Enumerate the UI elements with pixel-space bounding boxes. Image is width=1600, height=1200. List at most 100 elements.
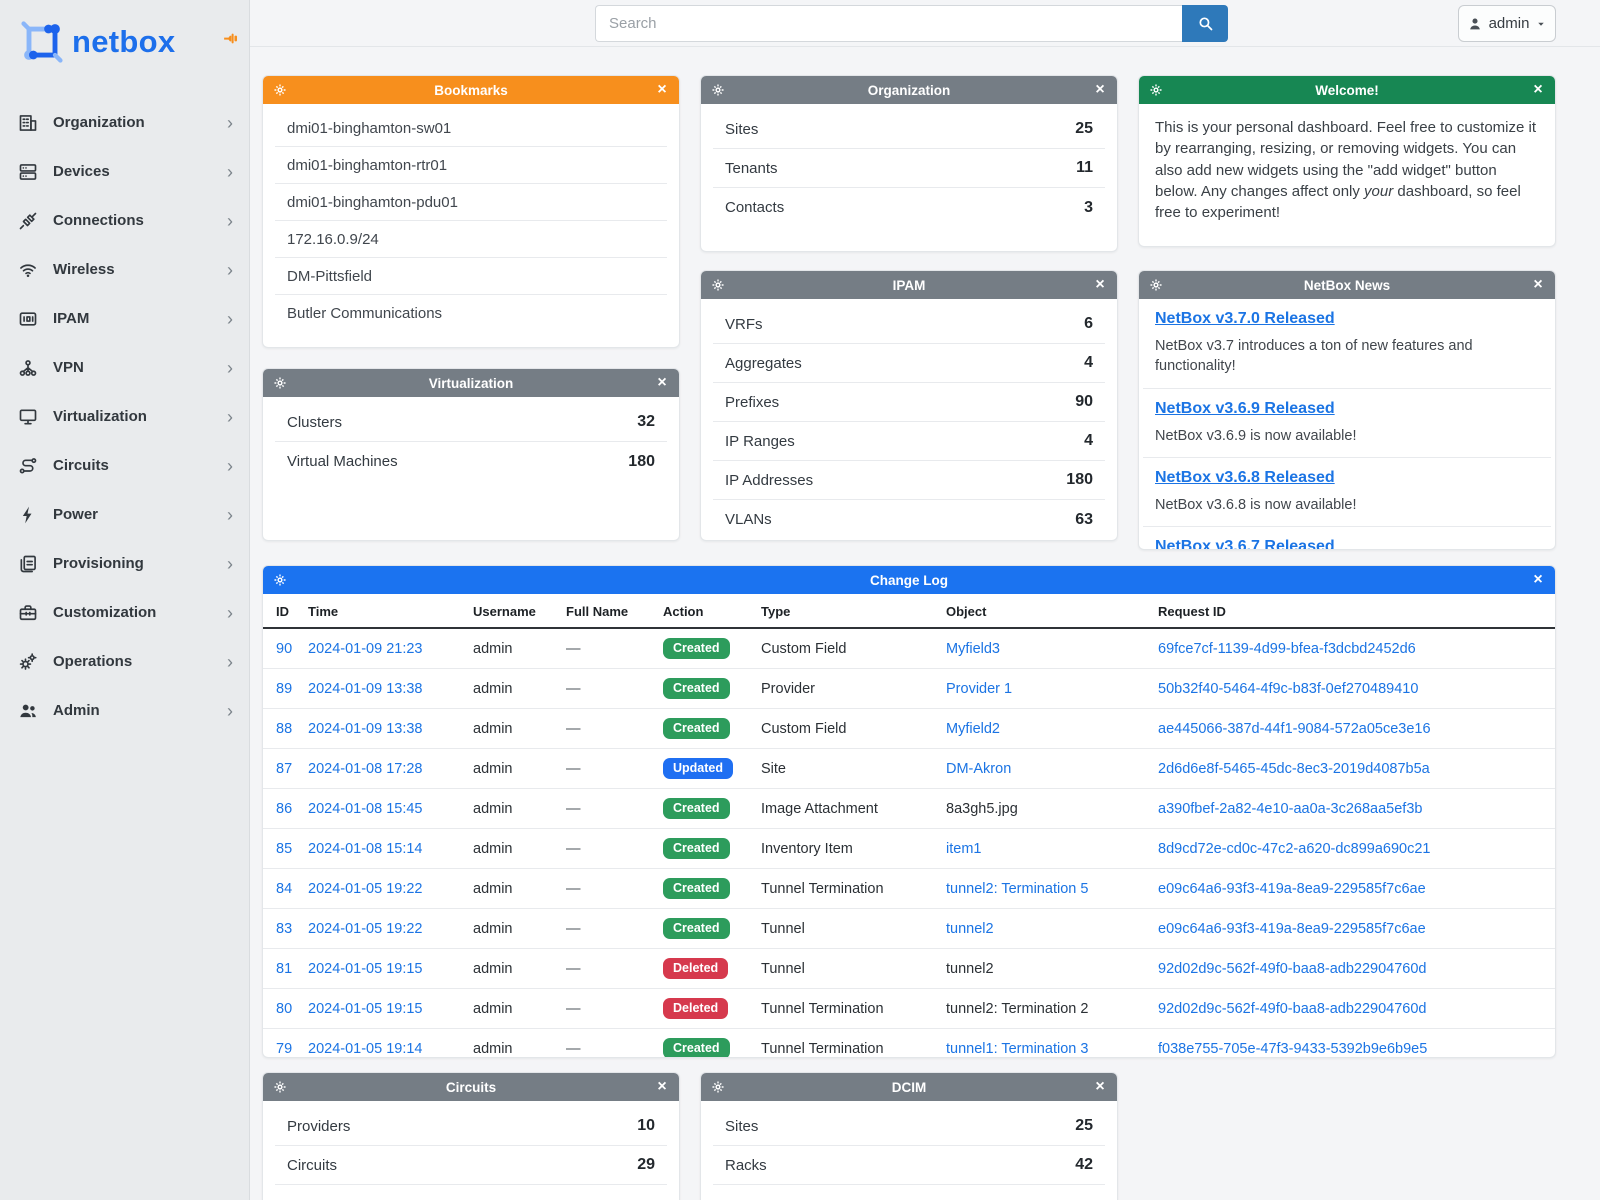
gear-icon[interactable] [711, 83, 725, 97]
changelog-object-link[interactable]: tunnel2 [946, 921, 994, 937]
close-icon[interactable]: × [1093, 1079, 1107, 1095]
changelog-id-link[interactable]: 87 [276, 761, 292, 777]
changelog-id-link[interactable]: 89 [276, 681, 292, 697]
gear-icon[interactable] [1149, 83, 1163, 97]
circuits-stats: Providers10Circuits29 [263, 1101, 679, 1185]
close-icon[interactable]: × [1093, 82, 1107, 98]
stat-value: 63 [1075, 511, 1093, 529]
changelog-object-link[interactable]: Myfield3 [946, 641, 1000, 657]
changelog-request-id-link[interactable]: 69fce7cf-1139-4d99-bfea-f3dcbd2452d6 [1158, 641, 1416, 657]
sidebar-item-admin[interactable]: Admin› [0, 686, 249, 735]
news-headline-link[interactable]: NetBox v3.6.8 Released [1155, 469, 1335, 486]
changelog-request-id-link[interactable]: a390fbef-2a82-4e10-aa0a-3c268aa5ef3b [1158, 801, 1422, 817]
changelog-request-id-link[interactable]: e09c64a6-93f3-419a-8ea9-229585f7c6ae [1158, 921, 1426, 937]
bookmarks-list: dmi01-binghamton-sw01dmi01-binghamton-rt… [263, 104, 679, 332]
user-menu-button[interactable]: admin [1458, 5, 1556, 42]
gear-icon[interactable] [711, 1080, 725, 1094]
stat-row: Sites25 [713, 1107, 1105, 1146]
bookmark-item[interactable]: dmi01-binghamton-sw01 [275, 110, 667, 147]
changelog-id-link[interactable]: 80 [276, 1001, 292, 1017]
sidebar-item-vpn[interactable]: VPN› [0, 343, 249, 392]
sidebar-item-label: Power [53, 506, 227, 523]
stat-value: 11 [1076, 159, 1093, 177]
changelog-object-link[interactable]: tunnel1: Termination 3 [946, 1041, 1088, 1057]
stat-label: Aggregates [725, 355, 802, 372]
changelog-id-link[interactable]: 79 [276, 1041, 292, 1057]
changelog-id-link[interactable]: 90 [276, 641, 292, 657]
changelog-request-id-link[interactable]: 92d02d9c-562f-49f0-baa8-adb22904760d [1158, 1001, 1426, 1017]
changelog-time-link[interactable]: 2024-01-05 19:15 [308, 961, 423, 977]
changelog-time-link[interactable]: 2024-01-05 19:22 [308, 881, 423, 897]
news-headline-link[interactable]: NetBox v3.6.7 Released [1155, 538, 1335, 550]
sidebar-item-wireless[interactable]: Wireless› [0, 245, 249, 294]
pin-sidebar-icon[interactable] [222, 30, 239, 47]
changelog-time-link[interactable]: 2024-01-08 17:28 [308, 761, 423, 777]
changelog-request-id-link[interactable]: 50b32f40-5464-4f9c-b83f-0ef270489410 [1158, 681, 1418, 697]
changelog-time-link[interactable]: 2024-01-09 21:23 [308, 641, 423, 657]
gear-icon[interactable] [273, 1080, 287, 1094]
changelog-time-link[interactable]: 2024-01-05 19:14 [308, 1041, 423, 1057]
changelog-request-id-link[interactable]: f038e755-705e-47f3-9433-5392b9e6b9e5 [1158, 1041, 1427, 1057]
news-headline-link[interactable]: NetBox v3.6.9 Released [1155, 400, 1335, 417]
sidebar-item-organization[interactable]: Organization› [0, 98, 249, 147]
sidebar-item-virtualization[interactable]: Virtualization› [0, 392, 249, 441]
gear-icon[interactable] [273, 83, 287, 97]
bookmark-item[interactable]: dmi01-binghamton-pdu01 [275, 184, 667, 221]
news-headline-link[interactable]: NetBox v3.7.0 Released [1155, 310, 1335, 327]
bookmark-item[interactable]: DM-Pittsfield [275, 258, 667, 295]
changelog-object-link[interactable]: item1 [946, 841, 981, 857]
gear-icon[interactable] [1149, 278, 1163, 292]
stat-value: 42 [1075, 1156, 1093, 1174]
changelog-request-id-link[interactable]: 2d6d6e8f-5465-45dc-8ec3-2019d4087b5a [1158, 761, 1430, 777]
bookmark-item[interactable]: 172.16.0.9/24 [275, 221, 667, 258]
brand[interactable]: netbox [0, 0, 249, 76]
sidebar-item-customization[interactable]: Customization› [0, 588, 249, 637]
sidebar-item-provisioning[interactable]: Provisioning› [0, 539, 249, 588]
sidebar-item-devices[interactable]: Devices› [0, 147, 249, 196]
changelog-type: Tunnel Termination [761, 881, 884, 897]
search-button[interactable] [1182, 5, 1228, 42]
close-icon[interactable]: × [1093, 277, 1107, 293]
changelog-object-link[interactable]: Myfield2 [946, 721, 1000, 737]
close-icon[interactable]: × [1531, 572, 1545, 588]
changelog-request-id-link[interactable]: 8d9cd72e-cd0c-47c2-a620-dc899a690c21 [1158, 841, 1430, 857]
gear-icon[interactable] [273, 376, 287, 390]
changelog-request-id-link[interactable]: ae445066-387d-44f1-9084-572a05ce3e16 [1158, 721, 1431, 737]
gears-icon [18, 652, 38, 672]
bookmark-item[interactable]: Butler Communications [275, 295, 667, 332]
close-icon[interactable]: × [1531, 82, 1545, 98]
changelog-request-id-link[interactable]: e09c64a6-93f3-419a-8ea9-229585f7c6ae [1158, 881, 1426, 897]
changelog-id-link[interactable]: 83 [276, 921, 292, 937]
changelog-time-link[interactable]: 2024-01-09 13:38 [308, 721, 423, 737]
sidebar-item-ipam[interactable]: IPAM› [0, 294, 249, 343]
changelog-time-link[interactable]: 2024-01-05 19:22 [308, 921, 423, 937]
stat-row: Circuits29 [275, 1146, 667, 1185]
changelog-time-link[interactable]: 2024-01-08 15:14 [308, 841, 423, 857]
close-icon[interactable]: × [655, 375, 669, 391]
users-icon [18, 701, 38, 721]
changelog-time-link[interactable]: 2024-01-09 13:38 [308, 681, 423, 697]
sidebar-item-operations[interactable]: Operations› [0, 637, 249, 686]
changelog-request-id-link[interactable]: 92d02d9c-562f-49f0-baa8-adb22904760d [1158, 961, 1426, 977]
sidebar-item-connections[interactable]: Connections› [0, 196, 249, 245]
close-icon[interactable]: × [655, 82, 669, 98]
changelog-id-link[interactable]: 81 [276, 961, 292, 977]
changelog-object-link[interactable]: tunnel2: Termination 5 [946, 881, 1088, 897]
sidebar-item-circuits[interactable]: Circuits› [0, 441, 249, 490]
gear-icon[interactable] [711, 278, 725, 292]
sidebar-item-label: Wireless [53, 261, 227, 278]
gear-icon[interactable] [273, 573, 287, 587]
sidebar-item-power[interactable]: Power› [0, 490, 249, 539]
changelog-id-link[interactable]: 85 [276, 841, 292, 857]
changelog-object-link[interactable]: Provider 1 [946, 681, 1012, 697]
changelog-id-link[interactable]: 84 [276, 881, 292, 897]
close-icon[interactable]: × [1531, 277, 1545, 293]
close-icon[interactable]: × [655, 1079, 669, 1095]
search-input[interactable] [595, 5, 1182, 42]
changelog-id-link[interactable]: 86 [276, 801, 292, 817]
bookmark-item[interactable]: dmi01-binghamton-rtr01 [275, 147, 667, 184]
changelog-object-link[interactable]: DM-Akron [946, 761, 1011, 777]
changelog-id-link[interactable]: 88 [276, 721, 292, 737]
changelog-time-link[interactable]: 2024-01-05 19:15 [308, 1001, 423, 1017]
changelog-time-link[interactable]: 2024-01-08 15:45 [308, 801, 423, 817]
